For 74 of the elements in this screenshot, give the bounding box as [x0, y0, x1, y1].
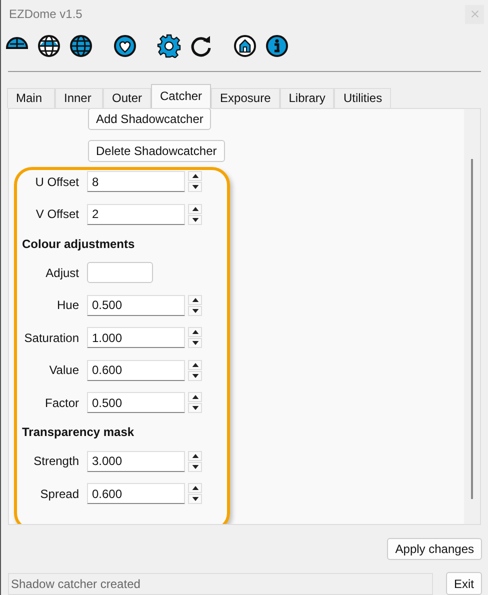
tab[interactable]: Utilities: [334, 88, 392, 108]
section-heading: Transparency mask: [22, 424, 136, 442]
field-label: Hue: [56, 298, 79, 312]
section-heading: Colour adjustments: [22, 236, 136, 253]
caret-down-icon: [192, 464, 198, 469]
info-icon[interactable]: [265, 34, 289, 58]
field-label: U Offset: [34, 174, 79, 189]
caret-up-icon: [192, 298, 198, 302]
caret-down-icon: [192, 374, 198, 378]
spin-field[interactable]: 0.500: [87, 392, 185, 414]
spin-field[interactable]: 3.000: [87, 450, 185, 472]
spin-down-button[interactable]: [188, 214, 202, 225]
field-label: Value: [48, 363, 79, 378]
spin-down-button[interactable]: [188, 494, 202, 504]
spin-up-button[interactable]: [188, 294, 202, 305]
caret-up-icon: [192, 486, 198, 490]
heart-icon[interactable]: [113, 34, 137, 58]
caret-up-icon: [192, 454, 198, 458]
caret-down-icon: [192, 185, 198, 190]
field-label: V Offset: [34, 207, 79, 222]
spin-down-button[interactable]: [188, 306, 202, 316]
caret-down-icon: [192, 308, 198, 313]
tab[interactable]: Inner: [55, 88, 103, 108]
spin-down-button[interactable]: [188, 370, 202, 381]
spin-field[interactable]: 0.600: [87, 483, 185, 504]
input-field[interactable]: [87, 262, 153, 284]
caret-up-icon: [192, 206, 198, 211]
status-bar: Shadow catcher created: [8, 572, 433, 594]
tab[interactable]: Outer: [103, 88, 152, 108]
spin-down-button[interactable]: [188, 462, 202, 472]
spin-field[interactable]: 0.600: [87, 360, 185, 381]
field-label: Strength: [32, 454, 79, 468]
spin-up-button[interactable]: [188, 204, 202, 214]
close-icon: [470, 10, 478, 18]
caret-up-icon: [192, 330, 198, 334]
spin-field[interactable]: 0.500: [87, 294, 185, 316]
spin-field[interactable]: 8: [87, 171, 185, 192]
caret-down-icon: [192, 218, 198, 222]
exit-button[interactable]: Exit: [446, 572, 482, 595]
spin-up-button[interactable]: [188, 327, 202, 338]
tab[interactable]: Main: [7, 88, 55, 108]
scrollbar[interactable]: [464, 108, 480, 524]
caret-up-icon: [192, 395, 198, 400]
window-title: EZDome v1.5: [9, 7, 82, 22]
spin-down-button[interactable]: [188, 182, 202, 192]
spin-down-button[interactable]: [188, 403, 202, 414]
caret-up-icon: [192, 362, 198, 367]
caret-down-icon: [192, 406, 198, 410]
push-button[interactable]: Delete Shadowcatcher: [88, 140, 225, 162]
apply-button[interactable]: Apply changes: [387, 538, 482, 560]
spin-field[interactable]: 2: [87, 204, 185, 225]
refresh-icon[interactable]: [189, 34, 213, 58]
globe-icon[interactable]: [37, 34, 61, 58]
push-button[interactable]: Add Shadowcatcher: [88, 108, 212, 130]
field-label: Spread: [39, 486, 79, 501]
spin-up-button[interactable]: [188, 360, 202, 370]
globe-icon[interactable]: [69, 34, 93, 58]
spin-up-button[interactable]: [188, 483, 202, 494]
tab[interactable]: Exposure: [211, 88, 280, 108]
spin-down-button[interactable]: [188, 338, 202, 348]
spin-up-button[interactable]: [188, 392, 202, 402]
spin-up-button[interactable]: [188, 450, 202, 461]
spin-field[interactable]: 1.000: [87, 327, 185, 348]
field-label: Factor: [44, 396, 79, 410]
caret-down-icon: [192, 341, 198, 346]
caret-down-icon: [192, 497, 198, 502]
caret-up-icon: [192, 174, 198, 178]
field-label: Adjust: [44, 266, 79, 280]
tab[interactable]: Catcher: [151, 84, 212, 108]
tab[interactable]: Library: [280, 88, 334, 108]
field-label: Saturation: [23, 330, 79, 345]
spin-up-button[interactable]: [188, 171, 202, 182]
home-icon[interactable]: [233, 34, 257, 58]
settings-icon[interactable]: [157, 34, 181, 58]
